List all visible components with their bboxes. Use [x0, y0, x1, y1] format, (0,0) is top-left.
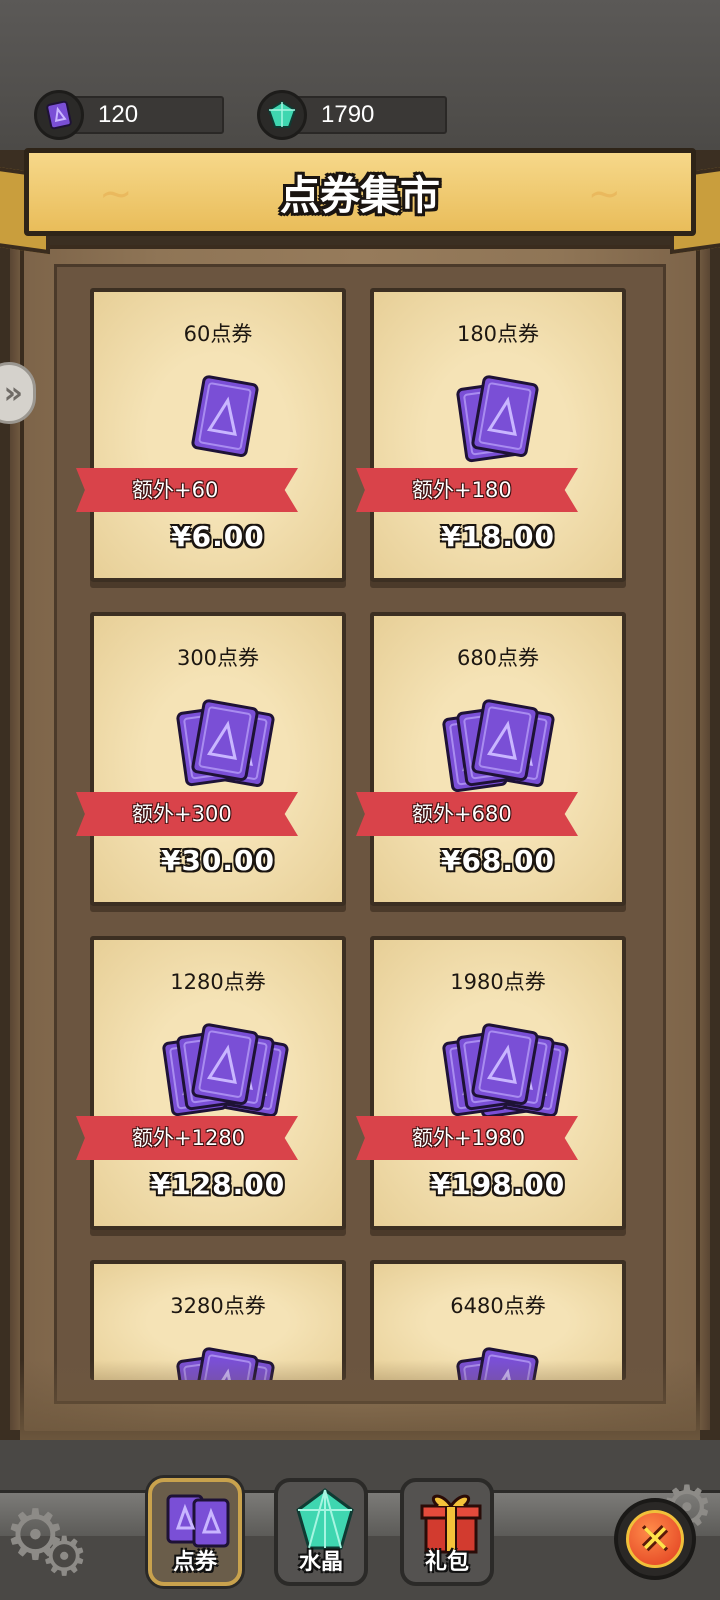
close-icon: ✕: [626, 1510, 684, 1568]
voucher-bundle-icon: [94, 696, 342, 806]
price-label: ¥18.00: [440, 520, 556, 553]
price-label: ¥128.00: [150, 1168, 286, 1201]
item-title: 60点券: [183, 322, 253, 346]
voucher-bundle-icon: [374, 696, 622, 806]
status-bar: 120 1790: [0, 0, 720, 150]
bonus-ribbon: 额外+180: [356, 468, 578, 512]
item-title: 180点券: [456, 322, 540, 346]
tab-gift-packs[interactable]: 礼包: [400, 1478, 494, 1586]
banner-ornament-right: ~: [587, 171, 621, 217]
item-title: 300点券: [176, 646, 260, 670]
tab-label: 水晶: [298, 1550, 343, 1575]
close-button[interactable]: ✕: [614, 1498, 696, 1580]
gear-icon: ⚙: [40, 1525, 89, 1588]
voucher-amount: 120: [60, 96, 224, 134]
shop-item-card[interactable]: 300点券额外+300 ¥30.00: [76, 612, 346, 906]
price-label: ¥198.00: [430, 1168, 566, 1201]
price-label: ¥68.00: [440, 844, 556, 877]
item-title: 1280点券: [170, 970, 266, 994]
item-title: 1980点券: [450, 970, 546, 994]
banner-ornament-left: ~: [99, 171, 133, 217]
shop-banner: ~ 点券集市 ~: [24, 148, 696, 236]
shop-item-card[interactable]: 60点券额外+60 ¥6.00: [76, 288, 346, 582]
scroll-fade: [20, 1360, 700, 1440]
voucher-icon: [34, 90, 84, 140]
voucher-bundle-icon: [94, 1020, 342, 1130]
bonus-ribbon: 额外+680: [356, 792, 578, 836]
shop-item-card[interactable]: 1980点券额外+1980 ¥198.00: [356, 936, 626, 1230]
bonus-ribbon: 额外+1280: [76, 1116, 298, 1160]
item-title: 3280点券: [170, 1294, 266, 1318]
tab-vouchers[interactable]: 点券: [148, 1478, 242, 1586]
page-title: 点券集市: [280, 173, 440, 219]
voucher-bundle-icon: [374, 372, 622, 482]
double-chevron-right-icon: »: [3, 375, 23, 411]
tab-label: 礼包: [424, 1550, 469, 1575]
bonus-ribbon: 额外+60: [76, 468, 298, 512]
voucher-bundle-icon: [374, 1020, 622, 1130]
voucher-bundle-icon: [94, 372, 342, 482]
bonus-ribbon: 额外+1980: [356, 1116, 578, 1160]
bonus-ribbon: 额外+300: [76, 792, 298, 836]
price-label: ¥30.00: [160, 844, 276, 877]
item-title: 680点券: [456, 646, 540, 670]
item-title: 6480点券: [450, 1294, 546, 1318]
crystal-amount: 1790: [283, 96, 447, 134]
shop-item-card[interactable]: 1280点券额外+1280 ¥128.00: [76, 936, 346, 1230]
shop-item-card[interactable]: 680点券额外+680 ¥68.00: [356, 612, 626, 906]
tab-crystals[interactable]: 水晶: [274, 1478, 368, 1586]
crystal-icon: [257, 90, 307, 140]
tab-label: 点券: [172, 1550, 217, 1575]
price-label: ¥6.00: [171, 520, 265, 553]
shop-item-card[interactable]: 180点券额外+180 ¥18.00: [356, 288, 626, 582]
